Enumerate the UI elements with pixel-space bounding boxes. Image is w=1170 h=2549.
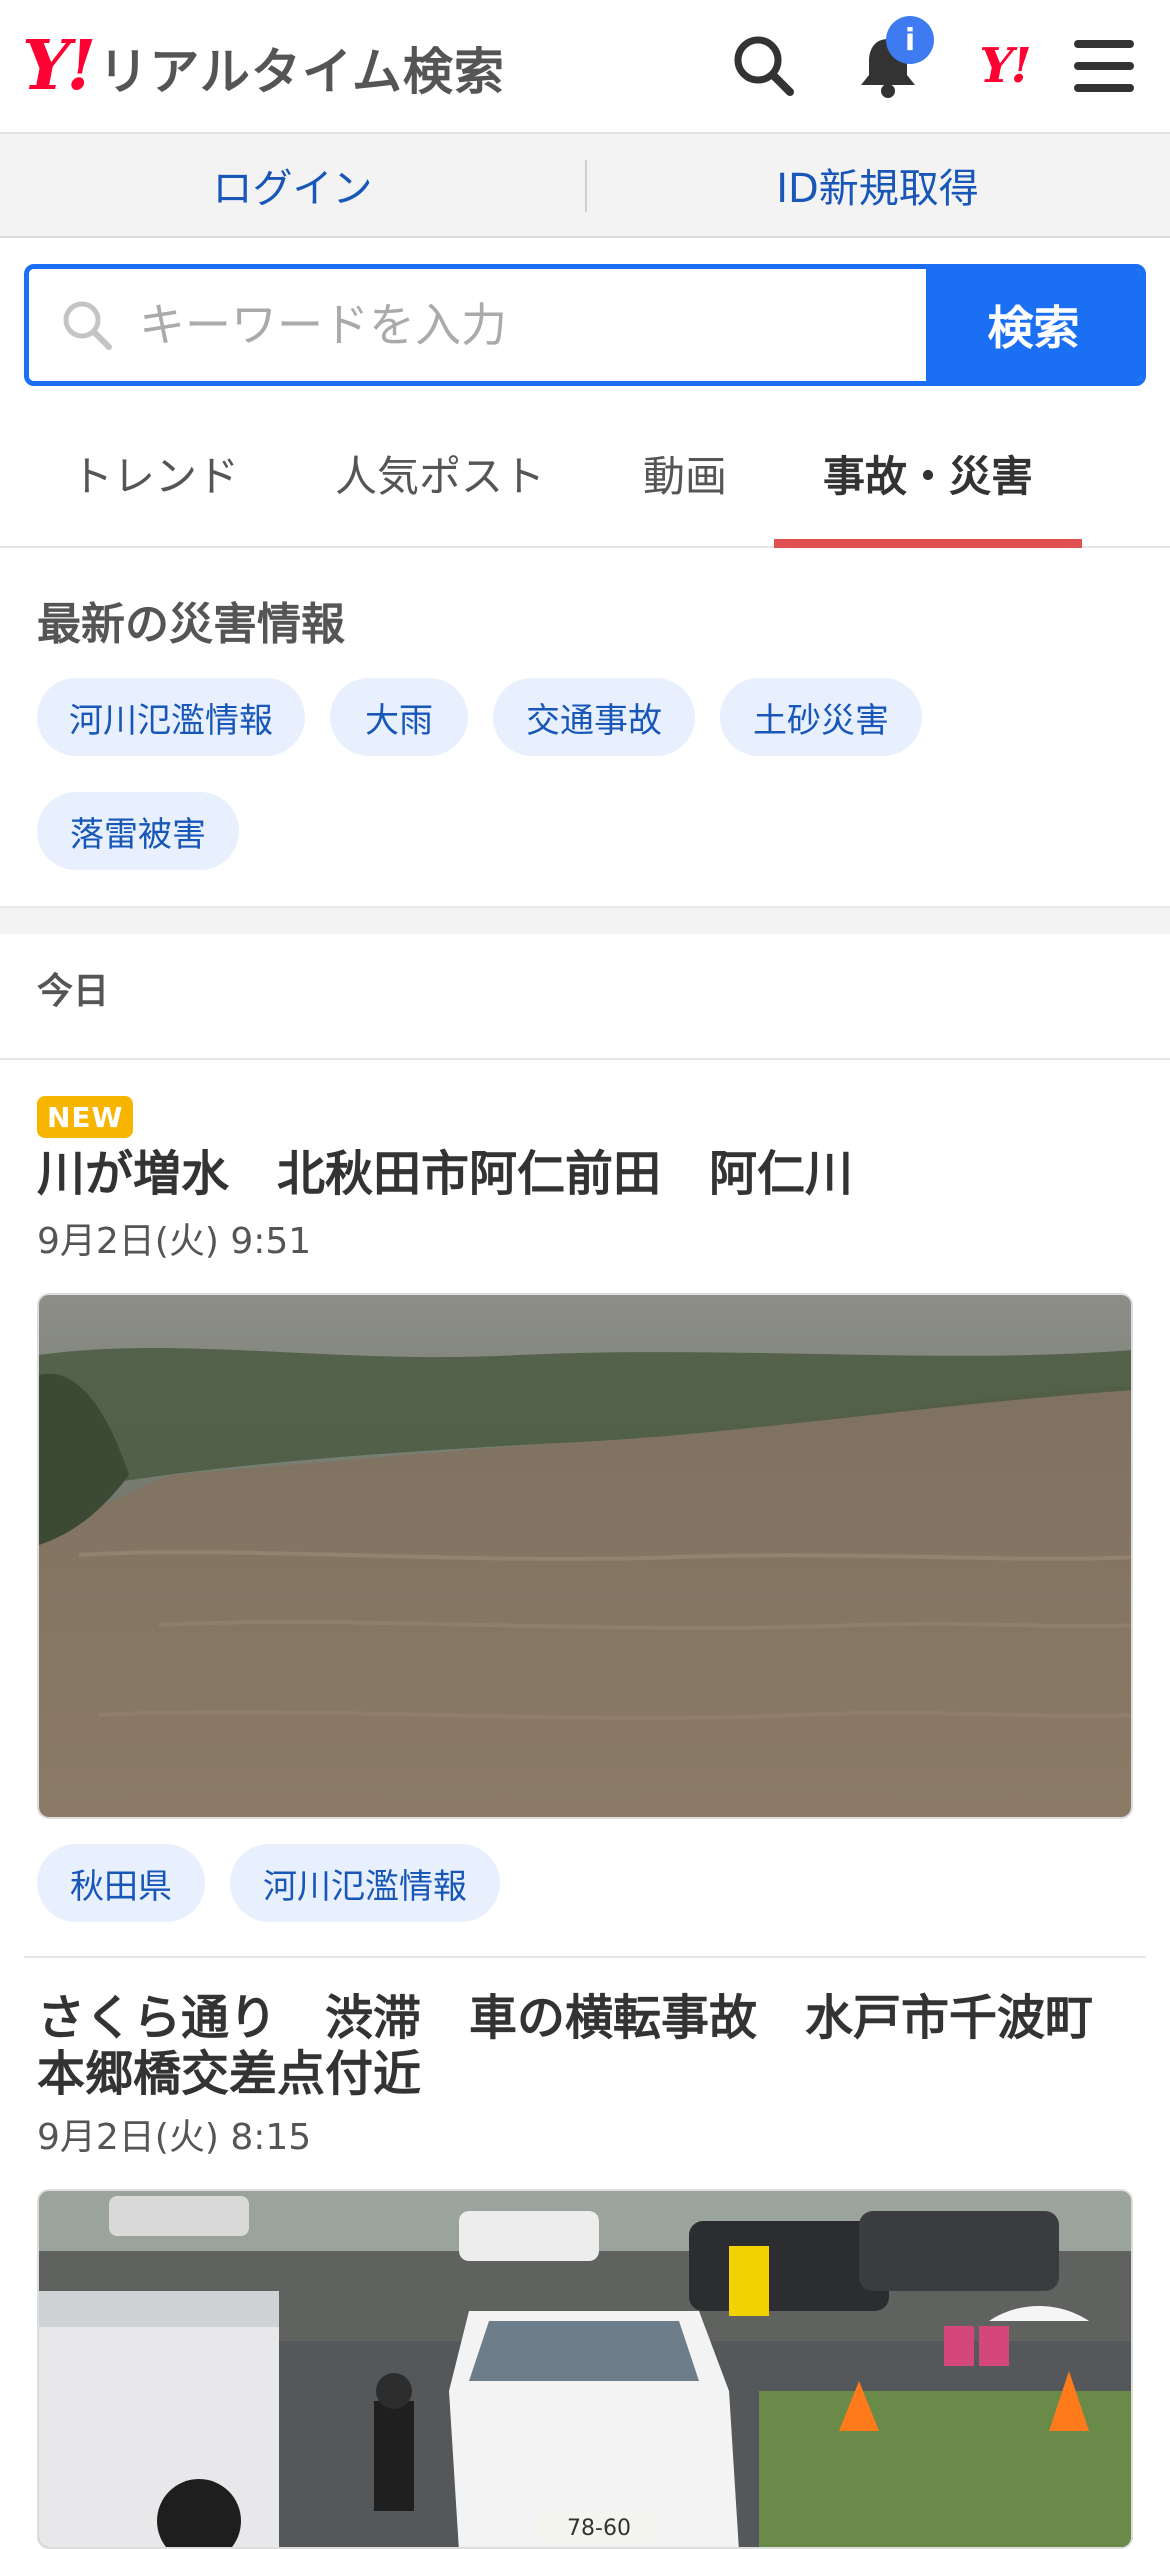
tab-video[interactable]: 動画 bbox=[610, 400, 760, 546]
new-badge: NEW bbox=[37, 1096, 134, 1138]
date-section-label: 今日 bbox=[37, 971, 110, 1012]
chip-traffic-accident[interactable]: 交通事故 bbox=[493, 678, 695, 756]
hamburger-menu-icon[interactable] bbox=[1068, 30, 1140, 102]
search-field-icon bbox=[59, 297, 115, 353]
article-date: 9月2日(火) 8:15 bbox=[37, 2117, 312, 2158]
account-bar: ログイン ID新規取得 bbox=[0, 134, 1170, 238]
category-tabs: トレンド 人気ポスト 動画 事故・災害 bbox=[0, 400, 1170, 548]
search-icon[interactable] bbox=[728, 30, 800, 102]
notification-bell-icon[interactable]: i bbox=[852, 16, 934, 102]
article-title-line: さくら通り 渋滞 車の横転事故 水戸市千波町 bbox=[37, 1990, 1094, 2046]
yahoo-home-icon[interactable]: Y! bbox=[968, 30, 1040, 102]
tab-accident-disaster[interactable]: 事故・災害 bbox=[774, 400, 1082, 548]
tab-trend[interactable]: トレンド bbox=[40, 400, 270, 546]
yahoo-logo-mark: Y! bbox=[22, 26, 96, 106]
tab-popular-posts[interactable]: 人気ポスト bbox=[310, 400, 570, 546]
yahoo-small-logo: Y! bbox=[979, 38, 1031, 94]
article-photo-river[interactable] bbox=[37, 1293, 1133, 1819]
notification-badge: i bbox=[886, 16, 934, 64]
search-bar: 検索 bbox=[24, 264, 1146, 386]
register-link[interactable]: ID新規取得 bbox=[585, 134, 1170, 236]
chip-river-flood[interactable]: 河川氾濫情報 bbox=[37, 678, 305, 756]
tag-river-flood[interactable]: 河川氾濫情報 bbox=[230, 1844, 500, 1922]
article-date: 9月2日(火) 9:51 bbox=[37, 1221, 312, 1262]
logo-title: リアルタイム検索 bbox=[98, 43, 505, 101]
article-title-line: 本郷橋交差点付近 bbox=[37, 2046, 422, 2102]
chip-lightning-damage[interactable]: 落雷被害 bbox=[37, 792, 239, 870]
app-header: Y! リアルタイム検索 i Y! bbox=[0, 0, 1170, 134]
disaster-info-section: 最新の災害情報 河川氾濫情報 大雨 交通事故 土砂災害 落雷被害 bbox=[0, 548, 1170, 904]
disaster-info-heading: 最新の災害情報 bbox=[37, 599, 345, 650]
login-link[interactable]: ログイン bbox=[0, 134, 585, 236]
search-button[interactable]: 検索 bbox=[926, 269, 1141, 381]
yahoo-realtime-logo[interactable]: Y! リアルタイム検索 bbox=[22, 26, 505, 112]
account-bar-divider bbox=[585, 160, 587, 212]
divider bbox=[0, 1058, 1170, 1060]
article-photo-accident[interactable]: 78-60 bbox=[37, 2189, 1133, 2549]
search-input[interactable] bbox=[137, 297, 926, 353]
license-plate: 78-60 bbox=[567, 2516, 631, 2541]
chip-landslide[interactable]: 土砂災害 bbox=[720, 678, 922, 756]
search-field bbox=[29, 269, 926, 381]
section-divider bbox=[0, 906, 1170, 934]
article-title[interactable]: 川が増水 北秋田市阿仁前田 阿仁川 bbox=[37, 1146, 1137, 1202]
tag-akita[interactable]: 秋田県 bbox=[37, 1844, 205, 1922]
divider bbox=[24, 1956, 1146, 1958]
chip-heavy-rain[interactable]: 大雨 bbox=[330, 678, 468, 756]
article-title[interactable]: さくら通り 渋滞 車の横転事故 水戸市千波町 本郷橋交差点付近 bbox=[37, 1990, 1137, 2102]
